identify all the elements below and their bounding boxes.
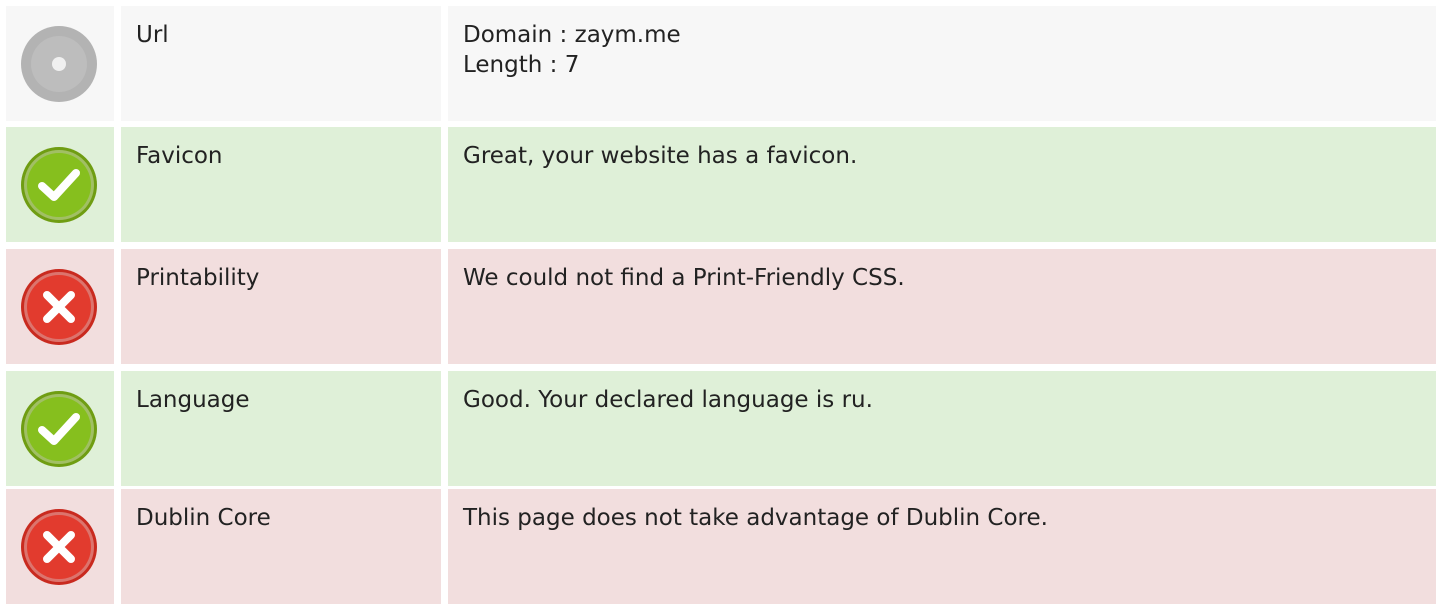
report-row-language: Language Good. Your declared language is… xyxy=(0,371,1442,486)
report-row-url: Url Domain : zaym.me Length : 7 xyxy=(0,6,1442,121)
neutral-disc-icon xyxy=(21,26,97,102)
description-line: Great, your website has a favicon. xyxy=(463,143,858,169)
row-description: We could not find a Print-Friendly CSS. xyxy=(448,249,1436,364)
description-line: Good. Your declared language is ru. xyxy=(463,387,873,413)
row-description: Domain : zaym.me Length : 7 xyxy=(448,6,1436,121)
row-label: Favicon xyxy=(121,127,441,242)
domain-line: Domain : zaym.me xyxy=(463,22,681,48)
status-cell xyxy=(6,249,114,364)
row-description: This page does not take advantage of Dub… xyxy=(448,489,1436,604)
row-description: Great, your website has a favicon. xyxy=(448,127,1436,242)
row-description: Good. Your declared language is ru. xyxy=(448,371,1436,486)
checkmark-icon xyxy=(21,391,97,467)
status-cell xyxy=(6,6,114,121)
checkmark-icon xyxy=(21,147,97,223)
description-line: We could not find a Print-Friendly CSS. xyxy=(463,265,905,291)
report-row-printability: Printability We could not find a Print-F… xyxy=(0,249,1442,364)
length-line: Length : 7 xyxy=(463,52,580,78)
row-label: Dublin Core xyxy=(121,489,441,604)
row-label: Printability xyxy=(121,249,441,364)
error-x-icon xyxy=(21,269,97,345)
status-cell xyxy=(6,371,114,486)
description-line: This page does not take advantage of Dub… xyxy=(463,505,1048,531)
report-row-favicon: Favicon Great, your website has a favico… xyxy=(0,127,1442,242)
status-cell xyxy=(6,127,114,242)
report-row-dublin-core: Dublin Core This page does not take adva… xyxy=(0,489,1442,604)
seo-report-table: Url Domain : zaym.me Length : 7 Favicon … xyxy=(0,0,1442,604)
status-cell xyxy=(6,489,114,604)
row-label: Url xyxy=(121,6,441,121)
error-x-icon xyxy=(21,509,97,585)
row-label: Language xyxy=(121,371,441,486)
